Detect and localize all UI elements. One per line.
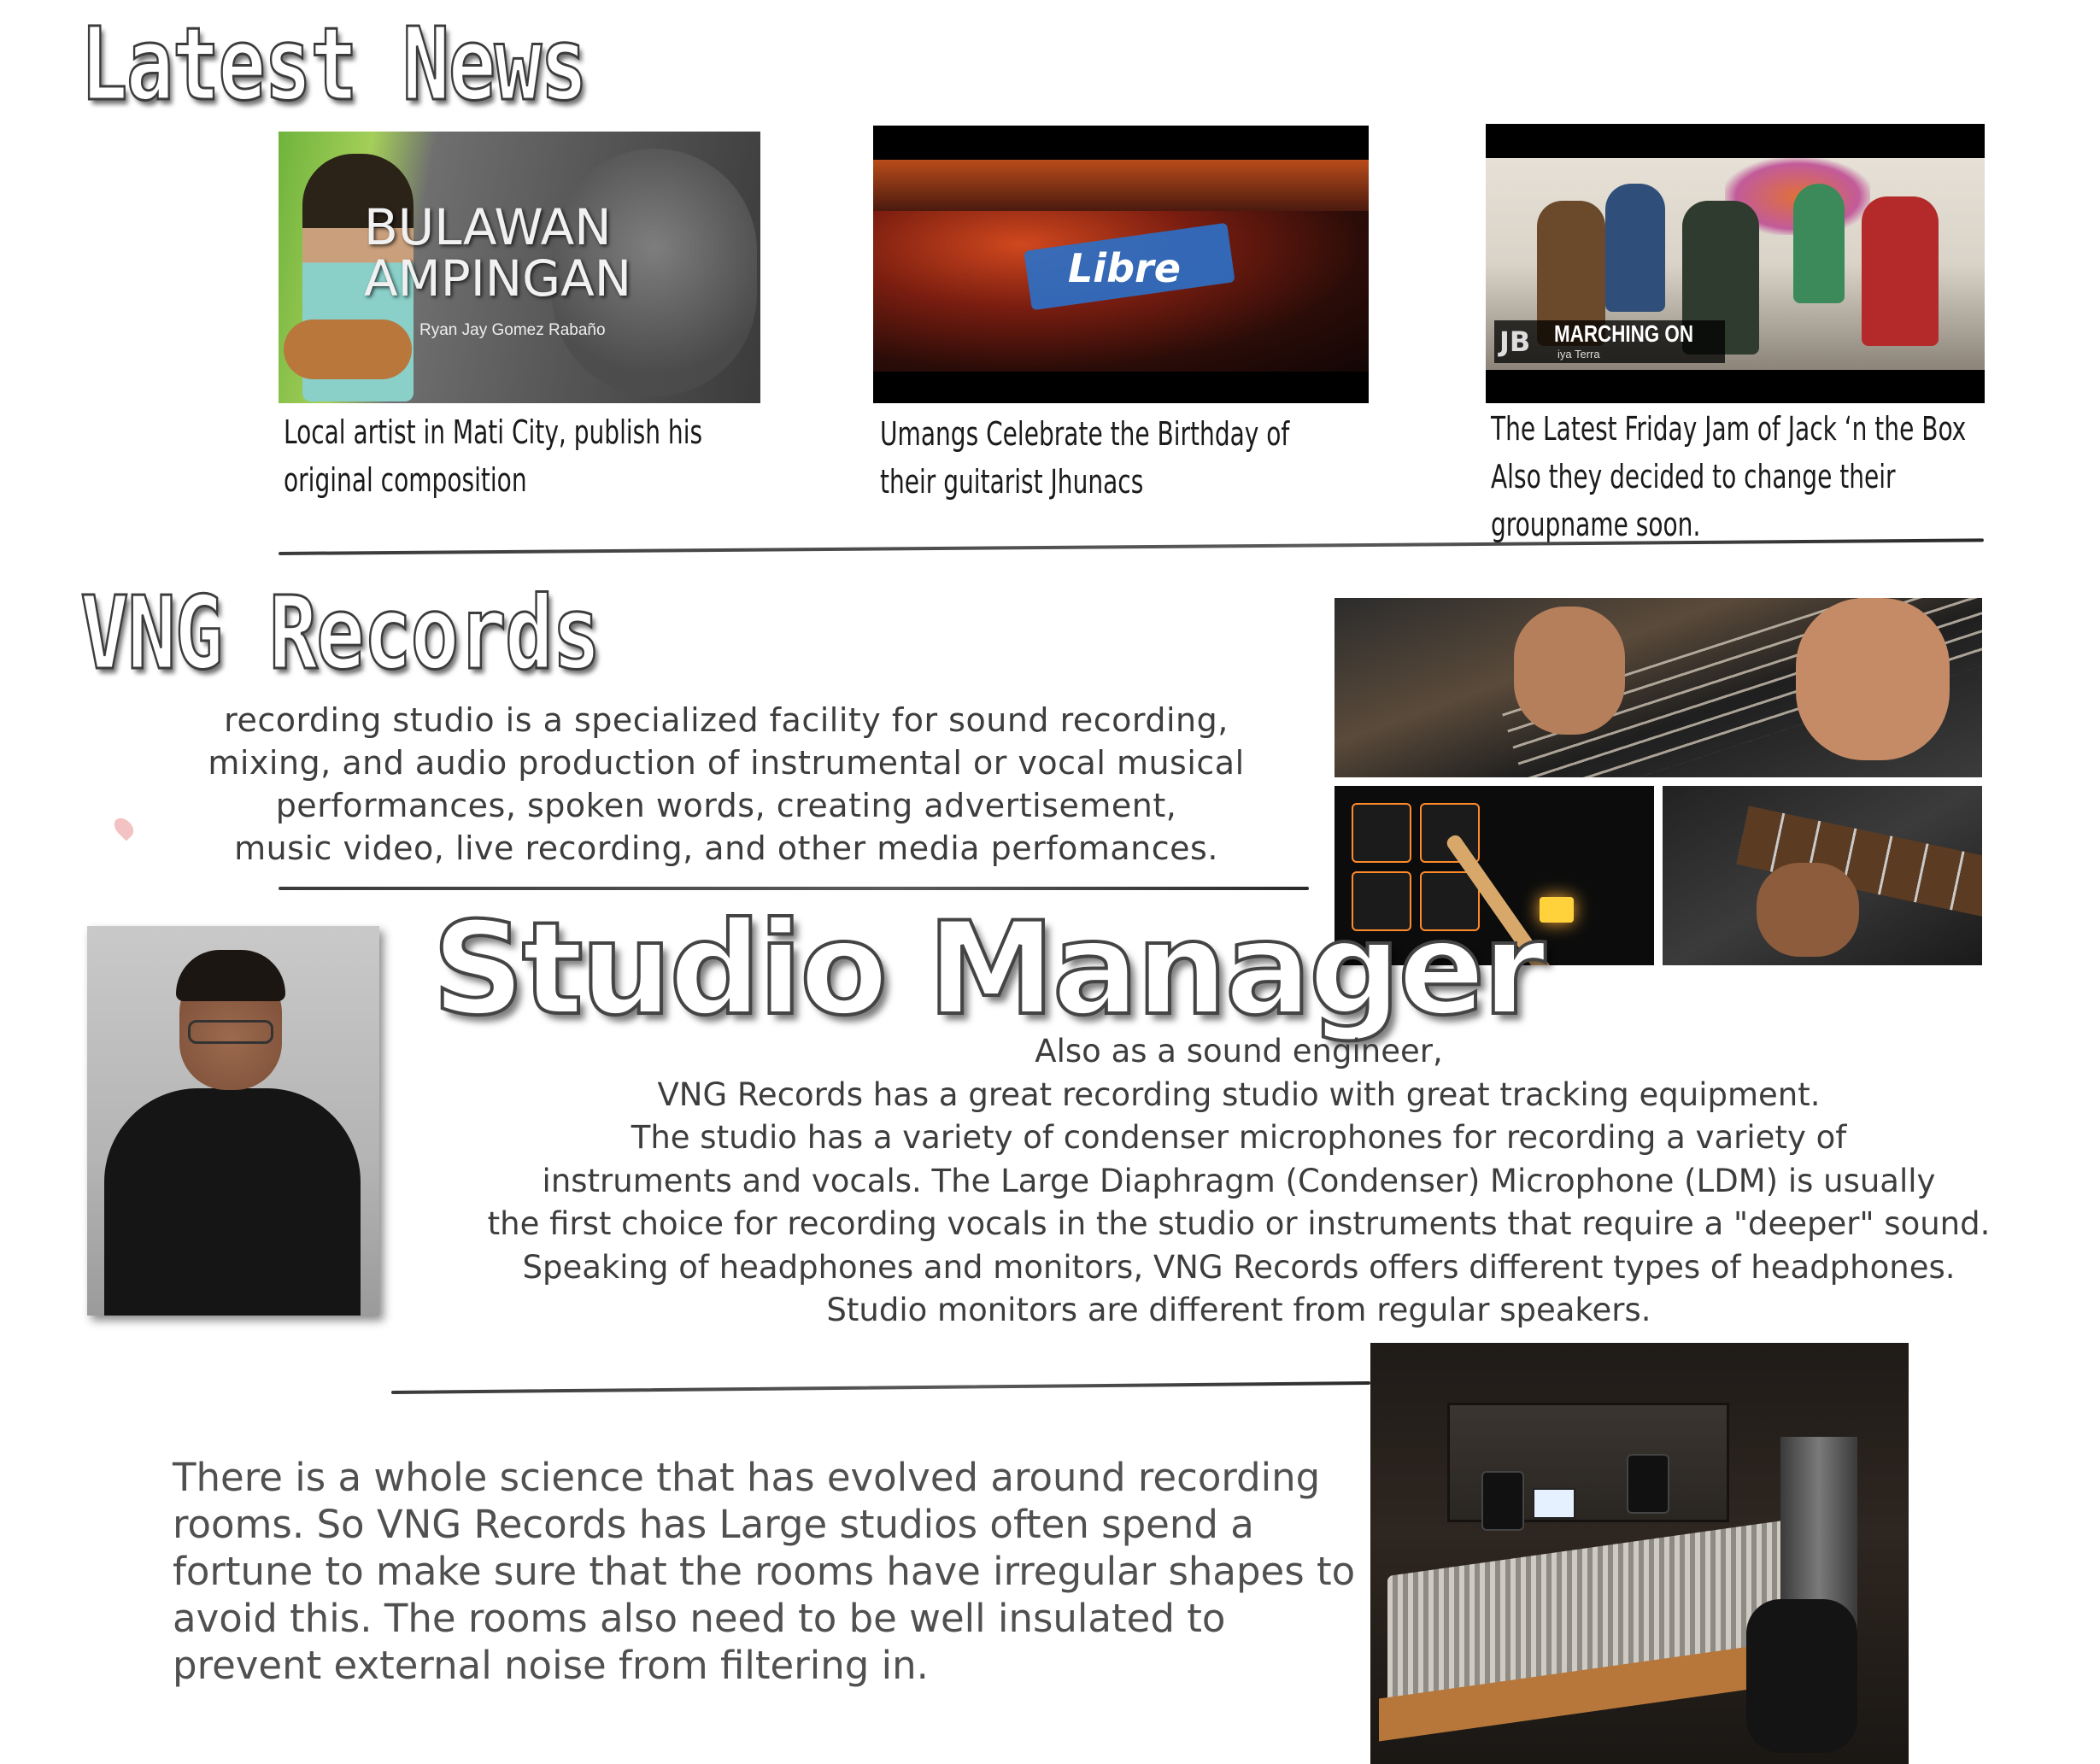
news-thumbnail-marching-on[interactable]: JB MARCHING ON iya Terra bbox=[1486, 124, 1985, 403]
speaker-icon bbox=[1481, 1471, 1524, 1531]
band-member bbox=[1605, 184, 1665, 312]
control-room-photo bbox=[1370, 1343, 1909, 1764]
description-line: instruments and vocals. The Large Diaphr… bbox=[542, 1162, 1936, 1199]
caption-line: their guitarist Jhunacs bbox=[880, 463, 1144, 501]
stage-lights bbox=[873, 160, 1369, 211]
acoustic-guitar-photo bbox=[1663, 786, 1982, 965]
studio-manager-portrait bbox=[87, 926, 379, 1316]
description-line: avoid this. The rooms also need to be we… bbox=[173, 1596, 1226, 1641]
thumbnail-title-line-2: AMPINGAN bbox=[364, 249, 632, 308]
description-line: performances, spoken words, creating adv… bbox=[275, 787, 1177, 824]
section-divider bbox=[279, 887, 1309, 890]
news-caption-1[interactable]: Local artist in Mati City, publish his o… bbox=[284, 408, 702, 504]
latest-news-heading: Latest News bbox=[79, 4, 589, 125]
glasses-icon bbox=[188, 1020, 273, 1044]
caption-line: Umangs Celebrate the Birthday of bbox=[880, 415, 1290, 453]
speaker-icon bbox=[1627, 1454, 1669, 1514]
section-divider bbox=[390, 1380, 1370, 1394]
caption-line: Local artist in Mati City, publish his bbox=[284, 413, 703, 451]
thumbnail-label: Libre bbox=[1068, 245, 1181, 291]
description-line: Also as a sound engineer, bbox=[1035, 1033, 1443, 1070]
caption-line: Also they decided to change their bbox=[1491, 458, 1896, 495]
news-caption-2[interactable]: Umangs Celebrate the Birthday of their g… bbox=[880, 410, 1289, 506]
pad-light bbox=[1540, 897, 1574, 923]
vng-records-heading: VNG Records bbox=[79, 573, 602, 694]
band-member bbox=[1793, 184, 1845, 303]
thumbnail-logo: JB bbox=[1499, 325, 1531, 358]
description-line: VNG Records has a great recording studio… bbox=[657, 1075, 1821, 1113]
description-line: Speaking of headphones and monitors, VNG… bbox=[522, 1248, 1956, 1286]
studio-manager-heading: Studio Manager bbox=[431, 894, 1547, 1046]
studio-manager-description: Also as a sound engineer, VNG Records ha… bbox=[427, 1030, 2050, 1333]
thumbnail-title-line-1: BULAWAN bbox=[364, 198, 612, 256]
hand-shape bbox=[1796, 598, 1950, 760]
description-line: fortune to make sure that the rooms have… bbox=[173, 1549, 1356, 1594]
portrait-hair bbox=[176, 950, 285, 1001]
description-line: mixing, and audio production of instrume… bbox=[208, 744, 1245, 782]
vng-records-description: recording studio is a specialized facili… bbox=[188, 699, 1264, 870]
description-line: music video, live recording, and other m… bbox=[234, 829, 1218, 867]
band-member bbox=[1862, 196, 1939, 346]
description-line: prevent external noise from filtering in… bbox=[173, 1643, 929, 1688]
bass-guitar-photo bbox=[1334, 598, 1982, 777]
description-line: the first choice for recording vocals in… bbox=[487, 1205, 1991, 1242]
thumbnail-title: BULAWAN AMPINGAN bbox=[364, 202, 631, 304]
drum-pad bbox=[1352, 803, 1411, 863]
studio-chair bbox=[1746, 1599, 1857, 1753]
page: Latest News BULAWAN AMPINGAN Ryan Jay Go… bbox=[0, 0, 2100, 1764]
description-line: The studio has a variety of condenser mi… bbox=[631, 1119, 1847, 1156]
map-pin-icon bbox=[110, 814, 138, 841]
description-line: recording studio is a specialized facili… bbox=[224, 701, 1229, 739]
news-thumbnail-libre[interactable]: Libre bbox=[873, 126, 1369, 403]
caption-line: original composition bbox=[284, 461, 527, 499]
description-line: Studio monitors are different from regul… bbox=[826, 1292, 1651, 1328]
caption-line: The Latest Friday Jam of Jack ‘n the Box bbox=[1491, 410, 1967, 448]
guitar-shape bbox=[284, 319, 412, 379]
hand-shape bbox=[1514, 607, 1625, 735]
news-caption-3[interactable]: The Latest Friday Jam of Jack ‘n the Box… bbox=[1491, 405, 1966, 548]
thumbnail-subtitle: Ryan Jay Gomez Rabaño bbox=[419, 321, 606, 339]
recording-rooms-description: There is a whole science that has evolve… bbox=[173, 1454, 1369, 1689]
portrait-body bbox=[104, 1088, 361, 1316]
news-thumbnail-bulawan[interactable]: BULAWAN AMPINGAN Ryan Jay Gomez Rabaño bbox=[279, 132, 760, 403]
hand-shape bbox=[1757, 863, 1859, 957]
thumbnail-title: MARCHING ON bbox=[1554, 320, 1694, 347]
monitor-icon bbox=[1533, 1488, 1575, 1519]
description-line: rooms. So VNG Records has Large studios … bbox=[173, 1502, 1254, 1547]
thumbnail-subtitle: iya Terra bbox=[1557, 348, 1600, 360]
description-line: There is a whole science that has evolve… bbox=[173, 1455, 1321, 1500]
